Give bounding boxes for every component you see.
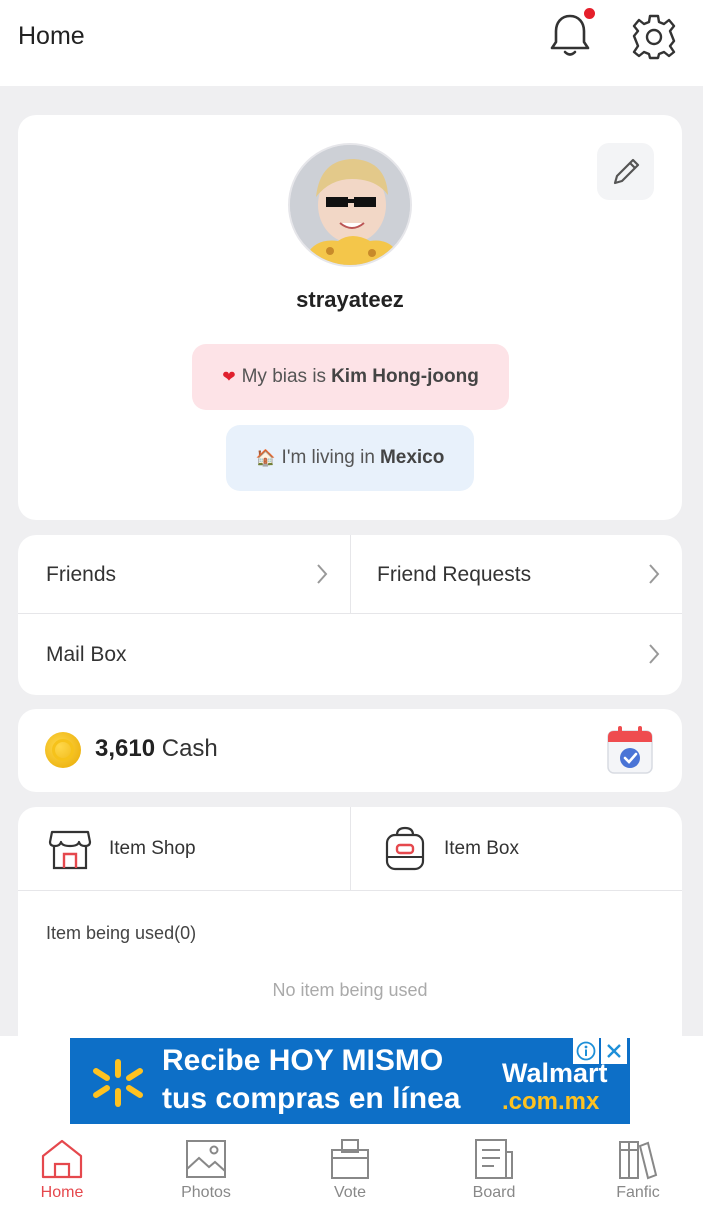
divider [18, 613, 682, 614]
house-icon: 🏠 [255, 450, 276, 467]
tab-board[interactable]: Board [434, 1138, 554, 1218]
ad-info-button[interactable] [573, 1038, 599, 1064]
page-title: Home [18, 22, 85, 50]
close-icon [607, 1044, 621, 1058]
chevron-right-icon [649, 564, 660, 584]
cash-card[interactable]: 3,610 Cash [18, 709, 682, 792]
username: strayateez [296, 287, 404, 312]
books-icon [619, 1141, 658, 1180]
tab-label: Vote [333, 1184, 367, 1201]
living-pill[interactable]: 🏠 I'm living in Mexico [226, 425, 474, 491]
photo-icon [186, 1140, 226, 1178]
shop-icon [48, 830, 92, 869]
divider [18, 890, 682, 891]
bias-prefix: My bias is [241, 366, 327, 387]
walmart-spark-icon [93, 1059, 143, 1107]
empty-items-note: No item being used [272, 980, 428, 1000]
ad-strip: Recibe HOY MISMO tus compras en línea Wa… [0, 1036, 703, 1128]
chevron-right-icon [317, 564, 328, 584]
board-icon [475, 1139, 513, 1179]
item-shop-label: Item Shop [109, 837, 196, 859]
ad-close-button[interactable] [601, 1038, 627, 1064]
info-icon [576, 1041, 596, 1061]
profile-card: strayateez ❤ My bias is Kim Hong-joong 🏠… [18, 115, 682, 520]
mail-box-row[interactable]: Mail Box [18, 615, 682, 694]
tab-vote[interactable]: Vote [290, 1138, 410, 1218]
bias-pill[interactable]: ❤ My bias is Kim Hong-joong [192, 344, 509, 410]
heart-icon: ❤ [222, 369, 236, 386]
item-shop-button[interactable]: Item Shop [18, 807, 350, 890]
friend-requests-label: Friend Requests [377, 562, 532, 586]
pencil-icon [613, 158, 639, 184]
ad-banner[interactable]: Recibe HOY MISMO tus compras en línea Wa… [70, 1038, 630, 1124]
ballot-box-icon [331, 1139, 369, 1179]
item-box-label: Item Box [444, 837, 519, 859]
avatar[interactable] [288, 143, 412, 267]
avatar-image [290, 145, 410, 265]
friends-label: Friends [46, 562, 117, 586]
tab-photos[interactable]: Photos [146, 1138, 266, 1218]
gear-icon [632, 14, 676, 60]
cash-unit: Cash [161, 735, 218, 762]
top-bar: Home [0, 0, 703, 86]
notifications-button[interactable] [546, 8, 595, 60]
backpack-icon [385, 826, 425, 870]
home-icon [41, 1139, 83, 1179]
chevron-right-icon [649, 644, 660, 664]
cash-balance: 3,610 Cash [95, 735, 218, 763]
calendar-check-icon[interactable] [606, 725, 654, 775]
tab-label: Home [40, 1184, 84, 1201]
notification-dot [584, 8, 595, 19]
coin-icon [45, 732, 81, 768]
cash-amount: 3,610 [95, 735, 156, 762]
bias-name: Kim Hong-joong [331, 366, 479, 387]
ad-domain: .com.mx [502, 1088, 600, 1115]
social-menu-card: Friends Friend Requests Mail Box [18, 535, 682, 695]
tab-label: Board [472, 1184, 516, 1201]
item-being-used-title: Item being used(0) [46, 923, 197, 943]
living-place: Mexico [379, 447, 445, 468]
items-card: Item Shop Item Box Item being used(0) No… [18, 807, 682, 1067]
settings-button[interactable] [630, 12, 678, 60]
friend-requests-row[interactable]: Friend Requests [351, 535, 682, 614]
bottom-tab-bar: Home Photos Vote Board Fanfic [0, 1128, 703, 1223]
living-prefix: I'm living in [281, 447, 375, 468]
item-box-button[interactable]: Item Box [351, 807, 682, 890]
tab-fanfic[interactable]: Fanfic [578, 1138, 698, 1218]
tab-home[interactable]: Home [2, 1138, 122, 1218]
tab-label: Fanfic [616, 1184, 660, 1201]
ad-headline: Recibe HOY MISMO [162, 1044, 444, 1077]
edit-profile-button[interactable] [597, 143, 654, 200]
ad-subheadline: tus compras en línea [162, 1082, 461, 1115]
mail-box-label: Mail Box [46, 642, 127, 666]
tab-label: Photos [181, 1184, 231, 1201]
friends-row[interactable]: Friends [18, 535, 350, 614]
